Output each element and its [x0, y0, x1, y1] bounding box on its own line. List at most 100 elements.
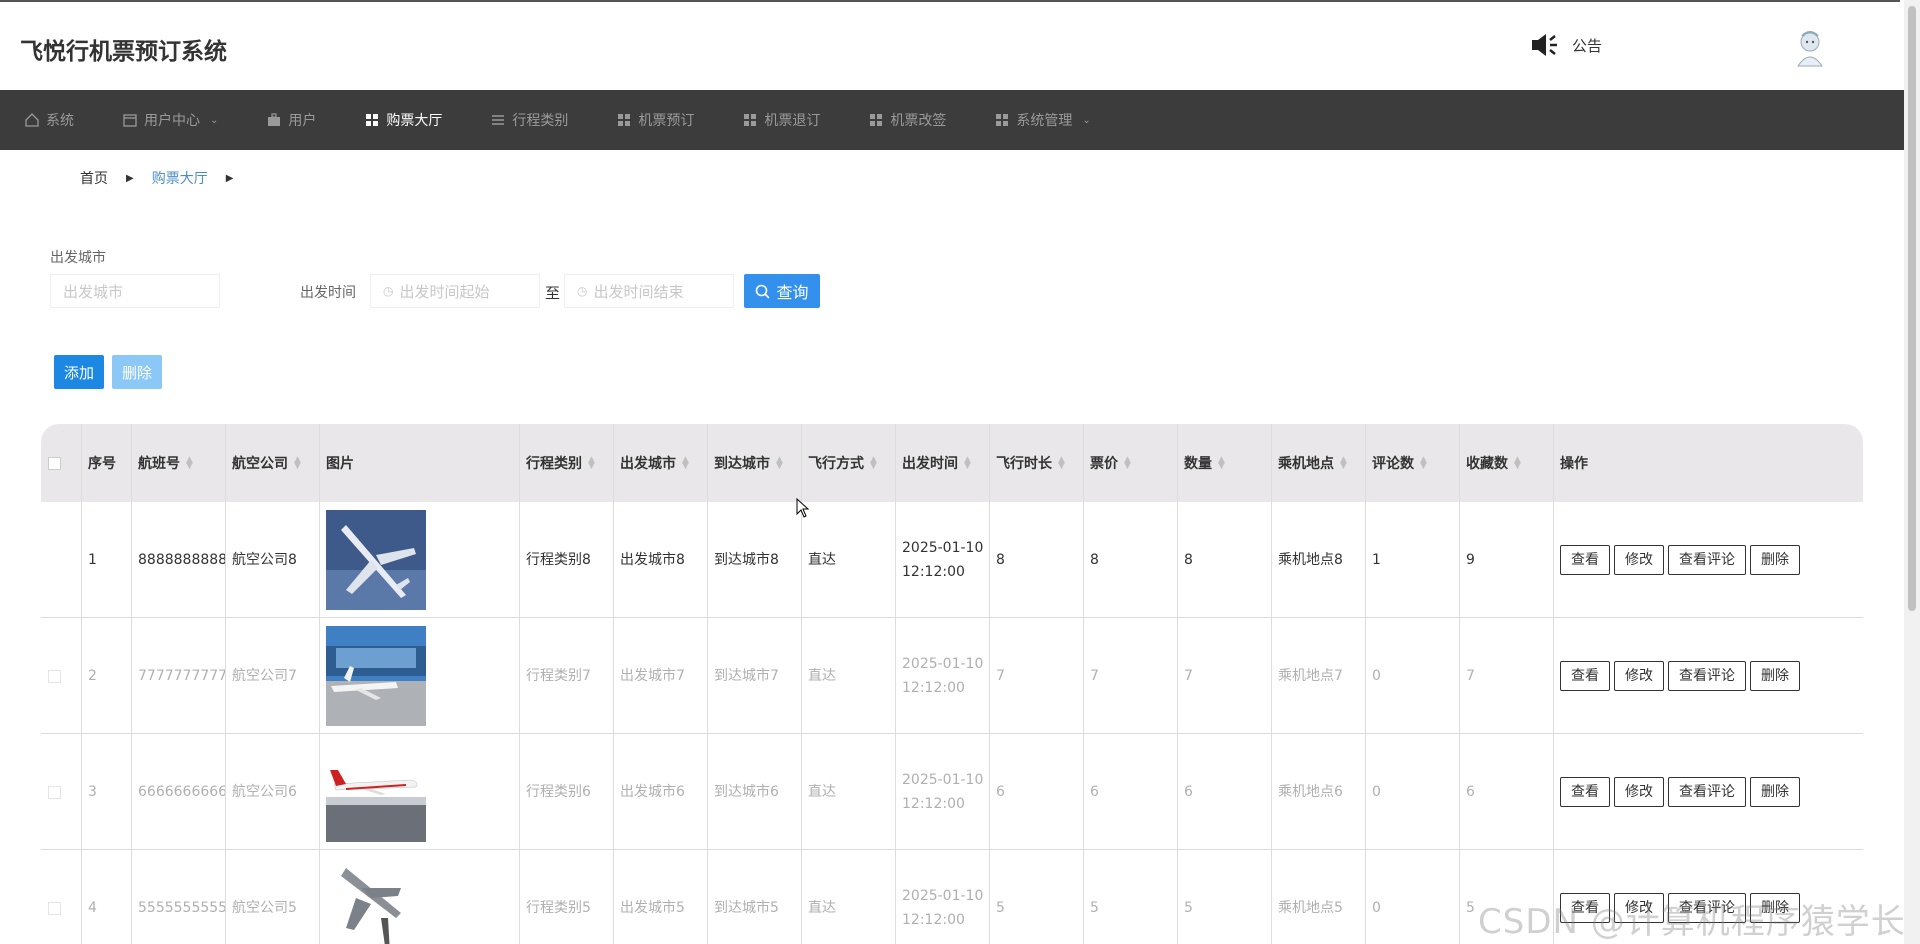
cell-comments: 0 [1365, 850, 1459, 944]
column-header-label: 序号 [88, 456, 116, 472]
checkbox[interactable] [48, 901, 61, 915]
scrollbar-thumb[interactable] [1908, 6, 1916, 611]
cell-from-city: 出发城市6 [613, 734, 707, 850]
row-checkbox-cell[interactable] [41, 850, 81, 944]
edit-button[interactable]: 修改 [1614, 545, 1664, 575]
cell-index: 4 [81, 850, 131, 944]
sort-icon[interactable]: ▲ ▼ [776, 456, 783, 471]
column-header-comments[interactable]: 评论数 ▲ ▼ [1365, 424, 1459, 502]
view-button[interactable]: 查看 [1560, 545, 1610, 575]
nav-item-2[interactable]: 用户 [266, 90, 316, 150]
cell-airline: 航空公司7 [225, 618, 319, 734]
column-header-label: 出发城市 [620, 456, 676, 472]
nav-item-0[interactable]: 系统 [24, 90, 74, 150]
view-button[interactable]: 查看 [1560, 661, 1610, 691]
nav-item-8[interactable]: 系统管理 ⌄ [994, 90, 1091, 150]
column-header-favorites[interactable]: 收藏数 ▲ ▼ [1459, 424, 1553, 502]
nav-item-1[interactable]: 用户中心 ⌄ [122, 90, 218, 150]
sort-icon[interactable]: ▲ ▼ [1124, 456, 1131, 471]
breadcrumb-separator-icon: ▶ [225, 172, 234, 184]
sort-icon[interactable]: ▲ ▼ [294, 456, 301, 471]
column-header-to-city[interactable]: 到达城市 ▲ ▼ [707, 424, 801, 502]
nav-item-label: 系统 [46, 113, 74, 129]
cell-to-city: 到达城市8 [707, 502, 801, 618]
sort-icon[interactable]: ▲ ▼ [1058, 456, 1065, 471]
breadcrumb-current[interactable]: 购票大厅 [152, 168, 208, 188]
depart-clock: 12:12:00 [902, 796, 965, 812]
clock-icon: ◷ [383, 284, 394, 298]
sort-icon[interactable]: ▲ ▼ [682, 456, 689, 471]
column-header-depart-time[interactable]: 出发时间 ▲ ▼ [895, 424, 989, 502]
sort-icon[interactable]: ▲ ▼ [588, 456, 595, 471]
sort-icon[interactable]: ▲ ▼ [186, 456, 193, 471]
column-header-boarding[interactable]: 乘机地点 ▲ ▼ [1271, 424, 1365, 502]
fighter-jet-image[interactable] [326, 858, 426, 944]
sort-icon[interactable]: ▲ ▼ [870, 456, 877, 471]
column-header-quantity[interactable]: 数量 ▲ ▼ [1177, 424, 1271, 502]
column-header-label: 航空公司 [232, 456, 288, 472]
cell-comments: 1 [1365, 502, 1459, 618]
sort-icon[interactable]: ▲ ▼ [964, 456, 971, 471]
cell-from-city: 出发城市8 [613, 502, 707, 618]
time-start-input[interactable]: ◷ 出发时间起始 [370, 274, 540, 308]
cell-flight-no: 5555555555 [131, 850, 227, 944]
ops-cell: 查看 修改 查看评论 删除 [1553, 734, 1863, 850]
sort-icon[interactable]: ▲ ▼ [1340, 456, 1347, 471]
cell-comments: 0 [1365, 618, 1459, 734]
list-icon [492, 115, 505, 125]
edit-button[interactable]: 修改 [1614, 777, 1664, 807]
view-comments-button[interactable]: 查看评论 [1668, 661, 1746, 691]
plane-topdown-image[interactable] [326, 510, 426, 610]
checkbox[interactable] [48, 456, 61, 470]
column-header-airline[interactable]: 航空公司 ▲ ▼ [225, 424, 319, 502]
top-bar: 飞悦行机票预订系统 公告 [0, 0, 1900, 90]
cell-boarding: 乘机地点6 [1271, 734, 1365, 850]
view-comments-button[interactable]: 查看评论 [1668, 545, 1746, 575]
city-input[interactable]: 出发城市 [50, 274, 220, 308]
cell-trip-type: 行程类别7 [519, 618, 613, 734]
checkbox[interactable] [48, 785, 61, 799]
column-header-price[interactable]: 票价 ▲ ▼ [1083, 424, 1177, 502]
nav-item-5[interactable]: 机票预订 [616, 90, 694, 150]
city-placeholder: 出发城市 [63, 282, 124, 301]
column-header-image: 图片 [319, 424, 519, 502]
nav-item-4[interactable]: 行程类别 [490, 90, 568, 150]
column-header-label: 图片 [326, 456, 354, 472]
time-end-input[interactable]: ◷ 出发时间结束 [564, 274, 734, 308]
cell-index: 2 [81, 618, 131, 734]
column-header-flight-no[interactable]: 航班号 ▲ ▼ [131, 424, 225, 502]
nav-item-6[interactable]: 机票退订 [742, 90, 820, 150]
checkbox[interactable] [48, 669, 61, 683]
sort-icon[interactable]: ▲ ▼ [1218, 456, 1225, 471]
column-header-from-city[interactable]: 出发城市 ▲ ▼ [613, 424, 707, 502]
batch-delete-button[interactable]: 删除 [112, 355, 162, 389]
row-checkbox-cell[interactable] [41, 502, 81, 618]
column-header-trip-type[interactable]: 行程类别 ▲ ▼ [519, 424, 613, 502]
delete-button[interactable]: 删除 [1750, 661, 1800, 691]
sort-icon[interactable]: ▲ ▼ [1514, 456, 1521, 471]
view-comments-button[interactable]: 查看评论 [1668, 777, 1746, 807]
column-header-label: 评论数 [1372, 456, 1414, 472]
notice-button[interactable]: 公告 [1530, 32, 1602, 58]
ops-cell: 查看 修改 查看评论 删除 [1553, 502, 1863, 618]
view-button[interactable]: 查看 [1560, 777, 1610, 807]
select-all-checkbox[interactable] [41, 424, 81, 502]
nav-item-3[interactable]: 购票大厅 [364, 90, 442, 150]
airport-plane-image[interactable] [326, 626, 426, 726]
column-header-mode[interactable]: 飞行方式 ▲ ▼ [801, 424, 895, 502]
row-checkbox-cell[interactable] [41, 618, 81, 734]
depart-date: 2025-01-10 [902, 540, 984, 556]
edit-button[interactable]: 修改 [1614, 661, 1664, 691]
column-header-duration[interactable]: 飞行时长 ▲ ▼ [989, 424, 1083, 502]
add-button[interactable]: 添加 [54, 355, 104, 389]
row-checkbox-cell[interactable] [41, 734, 81, 850]
page-scrollbar[interactable] [1904, 0, 1920, 944]
delete-button[interactable]: 删除 [1750, 545, 1800, 575]
sort-icon[interactable]: ▲ ▼ [1420, 456, 1427, 471]
avatar[interactable] [1790, 28, 1830, 68]
delete-button[interactable]: 删除 [1750, 777, 1800, 807]
query-button[interactable]: 查询 [744, 274, 820, 308]
breadcrumb-home[interactable]: 首页 [80, 168, 108, 188]
nav-item-7[interactable]: 机票改签 [868, 90, 946, 150]
red-tail-plane-image[interactable] [326, 742, 426, 842]
